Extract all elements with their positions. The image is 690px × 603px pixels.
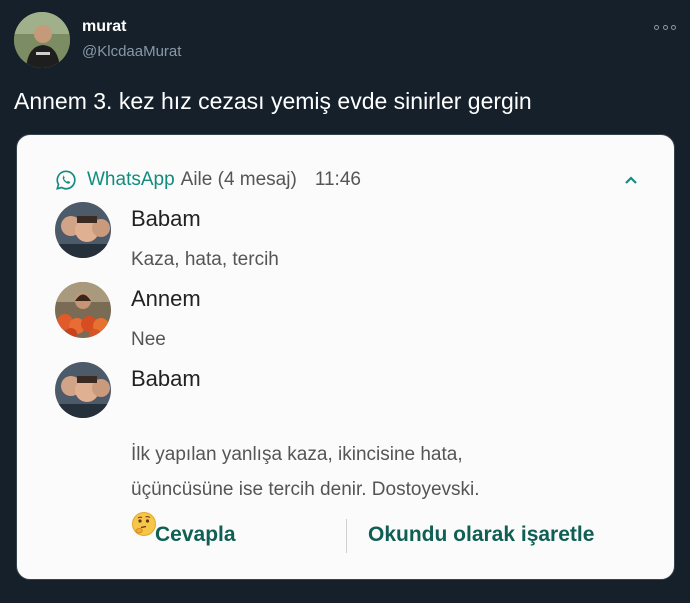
mark-as-read-button[interactable]: Okundu olarak işaretle bbox=[368, 523, 594, 547]
message-sender: Annem bbox=[131, 286, 201, 311]
notification-header: WhatsApp Aile (4 mesaj) 11:46 bbox=[55, 167, 644, 193]
group-name: Aile (4 mesaj) bbox=[180, 169, 297, 190]
notification-time: 11:46 bbox=[314, 169, 361, 190]
message-text-body: İlk yapılan yanlışa kaza, ikincisine hat… bbox=[131, 444, 480, 500]
message-text: Kaza, hata, tercih bbox=[131, 249, 279, 270]
sender-avatar bbox=[55, 282, 111, 338]
chevron-up-icon[interactable] bbox=[618, 167, 644, 193]
sender-avatar bbox=[55, 362, 111, 418]
user-avatar[interactable] bbox=[14, 12, 70, 68]
user-handle[interactable]: @KlcdaaMurat bbox=[82, 43, 181, 60]
message-sender: Babam bbox=[131, 206, 201, 231]
tweet-text: Annem 3. kez hız cezası yemiş evde sinir… bbox=[14, 88, 532, 114]
message-text: Nee bbox=[131, 329, 166, 350]
notification-actions: Cevapla Okundu olarak işaretle bbox=[17, 519, 674, 559]
whatsapp-icon bbox=[56, 170, 76, 190]
tweet-page: murat @KlcdaaMurat Annem 3. kez hız ceza… bbox=[0, 0, 690, 603]
more-options-icon[interactable] bbox=[654, 20, 676, 34]
action-divider bbox=[346, 519, 347, 553]
whatsapp-notification-card[interactable]: WhatsApp Aile (4 mesaj) 11:46 Babam Kaza… bbox=[16, 134, 675, 580]
user-display-name[interactable]: murat bbox=[82, 18, 126, 36]
message-sender: Babam bbox=[131, 366, 201, 391]
sender-avatar bbox=[55, 202, 111, 258]
tweet-header: murat @KlcdaaMurat bbox=[14, 12, 678, 72]
app-name: WhatsApp bbox=[87, 169, 175, 190]
reply-button[interactable]: Cevapla bbox=[155, 523, 236, 547]
